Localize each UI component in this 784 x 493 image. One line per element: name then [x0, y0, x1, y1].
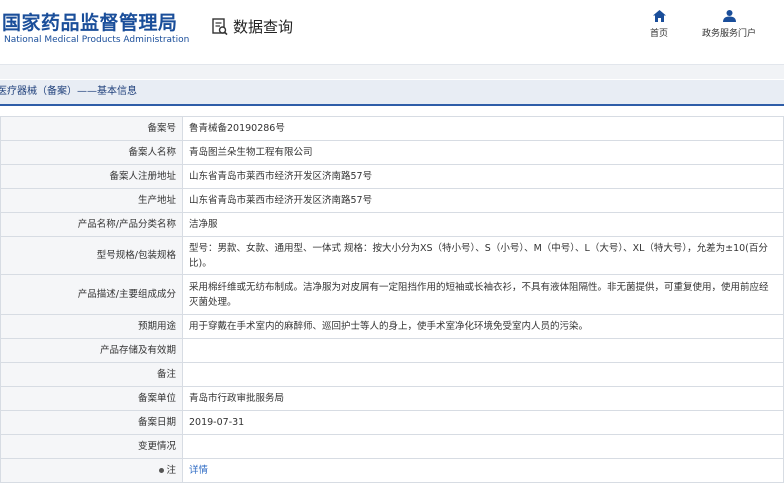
user-icon	[722, 10, 736, 22]
row-value	[182, 338, 784, 363]
table-row: 备案单位 青岛市行政审批服务局	[0, 386, 784, 411]
page-section-title: 数据查询	[233, 18, 294, 36]
row-label: 产品名称/产品分类名称	[0, 212, 183, 237]
table-row: 产品描述/主要组成成分 采用棉纤维或无纺布制成。洁净服为对皮屑有一定阻挡作用的短…	[0, 274, 784, 315]
table-row: 产品存储及有效期	[0, 338, 784, 363]
table-row: 产品名称/产品分类名称 洁净服	[0, 212, 784, 237]
row-label: 生产地址	[0, 188, 183, 213]
row-label: 备案号	[0, 116, 183, 141]
table-row: 生产地址 山东省青岛市莱西市经济开发区济南路57号	[0, 188, 784, 213]
table-row: 型号规格/包装规格 型号：男款、女款、通用型、一体式 规格：按大小分为XS（特小…	[0, 236, 784, 275]
breadcrumb-text: 医疗器械（备案）——基本信息	[0, 86, 137, 97]
record-detail-table: 备案号 鲁青械备20190286号 备案人名称 青岛图兰朵生物工程有限公司 备案…	[0, 116, 784, 483]
nav-home-link[interactable]: 首页	[644, 10, 674, 39]
table-row: 注 详情	[0, 458, 784, 483]
bullet-icon	[159, 468, 165, 473]
table-row: 备注	[0, 362, 784, 387]
row-value: 采用棉纤维或无纺布制成。洁净服为对皮屑有一定阻挡作用的短袖或长袖衣衫，不具有液体…	[182, 274, 784, 315]
nav-home-label: 首页	[649, 29, 668, 39]
row-value: 洁净服	[182, 212, 784, 237]
logo-title-en[interactable]: National Medical Products Administration	[4, 35, 189, 45]
row-value: 用于穿戴在手术室内的麻醉师、巡回护士等人的身上，使手术室净化环境免受室内人员的污…	[182, 314, 784, 339]
site-header: 国家药品监督管理局 National Medical Products Admi…	[0, 0, 784, 64]
home-icon	[652, 10, 666, 22]
row-value: 鲁青械备20190286号	[182, 116, 784, 141]
row-label: 备案日期	[0, 410, 183, 435]
row-value: 山东省青岛市莱西市经济开发区济南路57号	[182, 188, 784, 213]
table-row: 变更情况	[0, 434, 784, 459]
table-row: 备案号 鲁青械备20190286号	[0, 116, 784, 141]
breadcrumb: 医疗器械（备案）——基本信息	[0, 80, 784, 106]
row-label: 预期用途	[0, 314, 183, 339]
note-label: 注	[166, 465, 176, 476]
row-value: 2019-07-31	[182, 410, 784, 435]
logo-title-cn[interactable]: 国家药品监督管理局	[2, 8, 178, 35]
nav-portal-link[interactable]: 政务服务门户	[694, 10, 764, 39]
row-value-note: 详情	[182, 458, 784, 483]
row-label: 变更情况	[0, 434, 183, 459]
row-label: 备案单位	[0, 386, 183, 411]
table-row: 备案人注册地址 山东省青岛市莱西市经济开发区济南路57号	[0, 164, 784, 189]
row-value: 山东省青岛市莱西市经济开发区济南路57号	[182, 164, 784, 189]
table-row: 备案人名称 青岛图兰朵生物工程有限公司	[0, 140, 784, 165]
row-value	[182, 362, 784, 387]
row-value: 型号：男款、女款、通用型、一体式 规格：按大小分为XS（特小号）、S（小号）、M…	[182, 236, 784, 275]
row-value	[182, 434, 784, 459]
row-label: 产品描述/主要组成成分	[0, 274, 183, 315]
details-link[interactable]: 详情	[189, 465, 208, 476]
row-label: 产品存储及有效期	[0, 338, 183, 363]
nav-portal-label: 政务服务门户	[701, 29, 756, 39]
row-label: 备案人名称	[0, 140, 183, 165]
row-value: 青岛市行政审批服务局	[182, 386, 784, 411]
row-label: 备注	[0, 362, 183, 387]
row-label: 型号规格/包装规格	[0, 236, 183, 275]
row-label-note: 注	[0, 458, 183, 483]
table-row: 备案日期 2019-07-31	[0, 410, 784, 435]
header-divider-band	[0, 64, 784, 79]
row-value: 青岛图兰朵生物工程有限公司	[182, 140, 784, 165]
document-search-icon	[212, 18, 228, 36]
row-label: 备案人注册地址	[0, 164, 183, 189]
table-row: 预期用途 用于穿戴在手术室内的麻醉师、巡回护士等人的身上，使手术室净化环境免受室…	[0, 314, 784, 339]
